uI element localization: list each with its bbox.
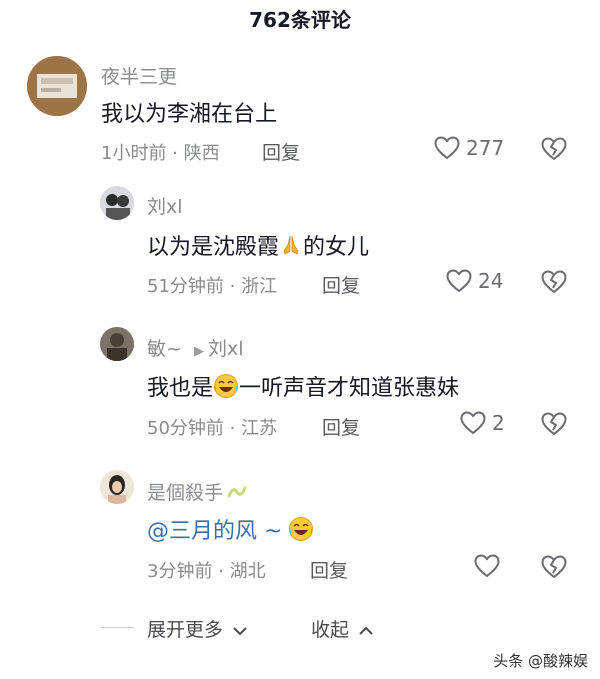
like-button[interactable]: 277 [434,136,504,160]
comment-username[interactable]: 刘xl [147,192,183,219]
dislike-button[interactable] [541,137,567,165]
reply-to-username[interactable]: 刘xl [208,338,244,360]
laughing-face-icon [288,516,314,548]
reply-username[interactable]: 敏~ [147,338,182,360]
heart-icon [460,411,486,435]
comment-text-part: 以为是沈殿霞 [147,235,280,260]
comment-meta: 1小时前 · 陕西 [101,143,220,164]
comment-username: 是個殺手 [147,478,247,505]
avatar[interactable] [100,186,134,220]
avatar[interactable] [100,327,134,361]
collapse-button[interactable]: 收起 [311,615,374,642]
snake-icon [227,482,247,505]
divider [100,627,134,628]
broken-heart-icon [541,137,567,165]
comment-text-part: 我也是 [147,376,214,401]
like-count: 24 [478,269,504,293]
heart-icon [446,269,472,293]
laughing-face-icon [213,373,239,405]
comment-username[interactable]: 夜半三更 [101,62,177,89]
reply-button[interactable]: 回复 [322,413,360,440]
expand-more-label: 展开更多 [147,619,224,641]
like-count: 2 [492,411,505,435]
comment-text: 我也是 一听声音才知道张惠妹 [147,370,459,405]
comment-text: @三月的风 ~ [147,513,314,548]
like-button[interactable]: 2 [460,411,505,435]
dislike-button[interactable] [541,412,567,440]
comment-text: 我以为李湘在台上 [101,102,278,127]
comment-text-part: 的女儿 [303,235,370,260]
reply-button[interactable]: 回复 [262,138,300,165]
avatar[interactable] [100,470,134,504]
like-button[interactable]: 24 [446,269,503,293]
comments-count-title: 762条评论 [249,8,351,32]
chevron-up-icon [358,620,374,642]
expand-more-button[interactable]: 展开更多 [147,615,248,642]
broken-heart-icon [541,270,567,298]
mention-link[interactable]: @三月的风 ~ [147,519,282,544]
collapse-label: 收起 [311,619,350,641]
reply-button[interactable]: 回复 [322,271,360,298]
comment-meta: 51分钟前 · 浙江 [147,276,278,297]
heart-icon [434,136,460,160]
broken-heart-icon [541,555,567,583]
avatar[interactable] [27,56,87,116]
dislike-button[interactable] [541,270,567,298]
comment-meta: 3分钟前 · 湖北 [147,561,266,582]
chevron-down-icon [232,620,248,642]
heart-icon [474,554,500,578]
broken-heart-icon [541,412,567,440]
comment-text: 以为是沈殿霞 的女儿 [147,229,369,263]
praying-hands-icon [279,233,303,263]
reply-arrow-icon: ▶ [193,344,204,359]
watermark: 头条 @酸辣娱 [493,652,588,670]
dislike-button[interactable] [541,555,567,583]
like-button[interactable] [474,554,506,578]
comment-text-part: 一听声音才知道张惠妹 [239,376,460,401]
comment-username: 敏~ ▶ 刘xl [147,334,244,361]
like-count: 277 [466,136,505,160]
comment-meta: 50分钟前 · 江苏 [147,418,278,439]
reply-username[interactable]: 是個殺手 [147,482,223,504]
reply-button[interactable]: 回复 [310,556,348,583]
